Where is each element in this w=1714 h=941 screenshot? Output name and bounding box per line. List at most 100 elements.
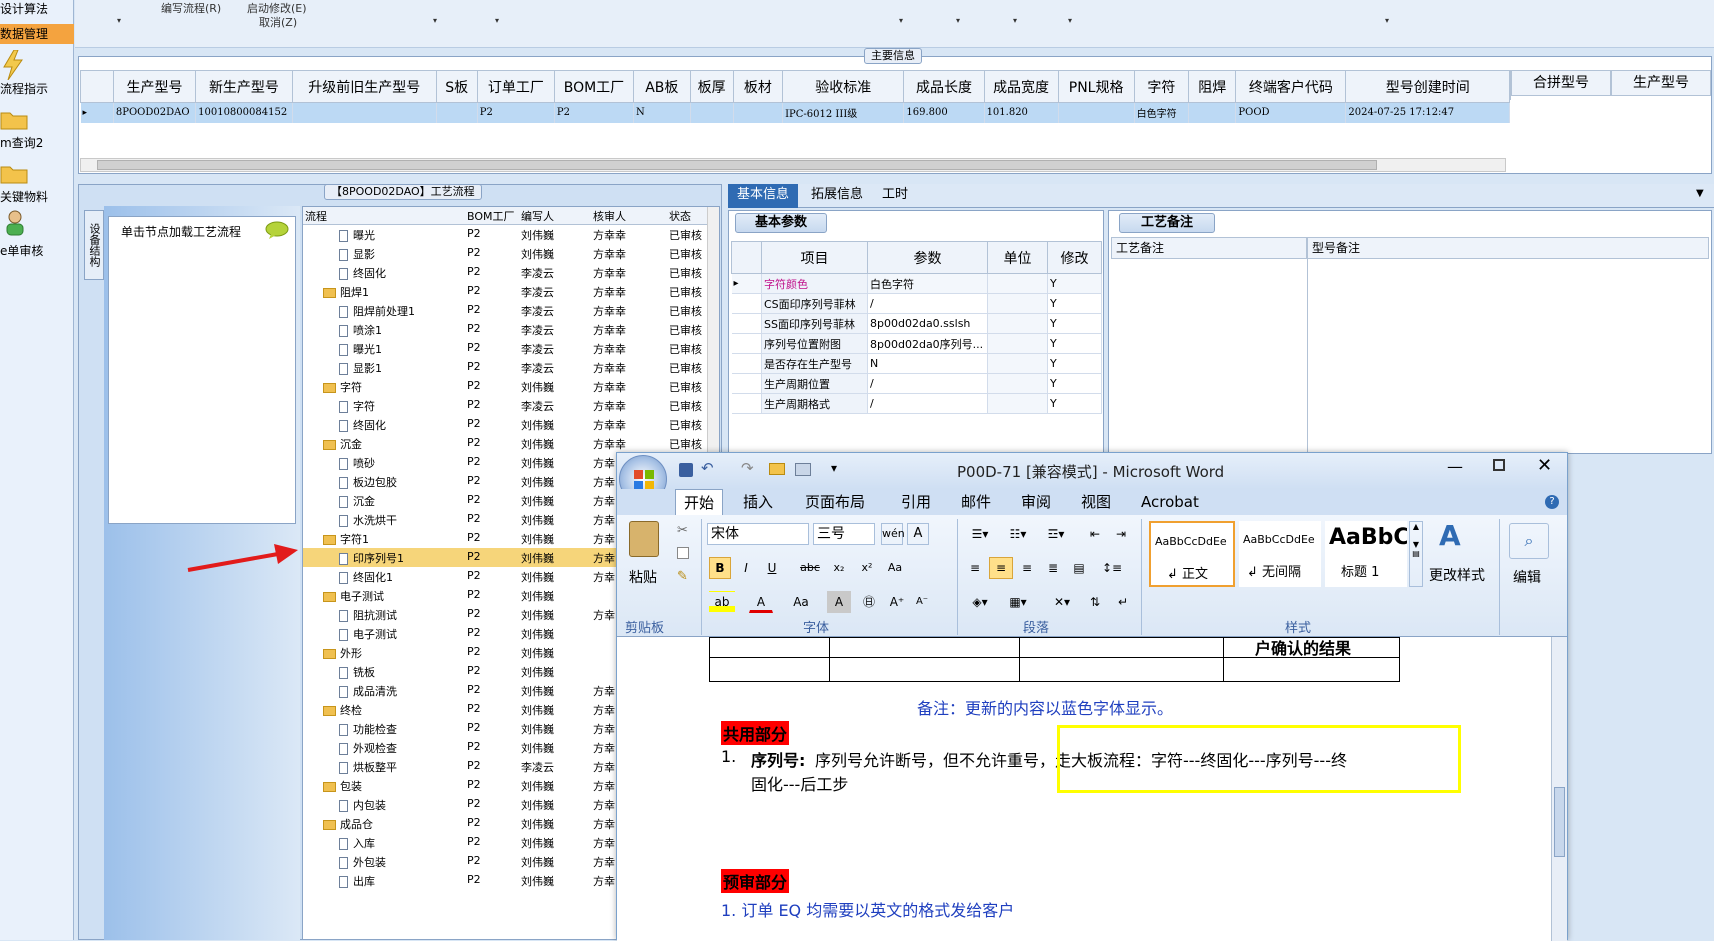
table-row[interactable]: 序列号位置附图 8p00d02da0序列号... Y [731,333,1102,354]
tree-node-label[interactable]: 功能检查 [339,721,463,737]
minimize-icon[interactable]: — [1447,457,1463,476]
find-icon[interactable]: ⌕ [1509,523,1549,559]
tab-references[interactable]: 引用 [893,489,939,515]
tree-node-label[interactable]: 终固化 [339,417,463,433]
undo-icon[interactable]: ↶ [701,459,714,477]
column-header[interactable]: 编写人 [521,208,554,224]
cell[interactable] [436,102,478,123]
styles-scroll[interactable]: ▲ ▼ ▤ [1409,521,1423,587]
style-heading1[interactable]: AaBbC 标题 1 [1325,521,1407,587]
column-header[interactable]: 核审人 [593,208,626,224]
cell[interactable] [987,333,1048,354]
subscript-button[interactable]: x₂ [827,557,851,579]
column-header[interactable]: 型号备注 [1307,237,1709,259]
column-header[interactable]: 验收标准 [782,70,905,103]
tree-node-label[interactable]: 阻抗测试 [339,607,463,623]
bullets-button[interactable]: ☰▾ [963,523,997,545]
cell[interactable]: 字符颜色 [761,273,868,294]
increase-indent-button[interactable]: ⇥ [1109,523,1133,545]
chevron-down-icon[interactable]: ▾ [1013,16,1017,25]
tree-row[interactable]: 曝光 P2 刘伟巍 方幸幸 已审核 [303,225,707,244]
cell[interactable]: Y [1047,393,1102,414]
highlight-button[interactable]: ab [709,591,735,613]
chevron-down-icon[interactable]: ▾ [495,16,499,25]
cell[interactable] [987,313,1048,334]
tree-node-label[interactable]: 显影1 [339,360,463,376]
tree-row[interactable]: 沉金 P2 刘伟巍 方幸幸 已审核 [303,434,707,453]
justify-button[interactable]: ≣ [1041,557,1065,579]
cell[interactable]: 10010800084152 [195,102,293,123]
tree-row[interactable]: 显影1 P2 李凌云 方幸幸 已审核 [303,358,707,377]
cell[interactable] [987,293,1048,314]
cell[interactable]: 2024-07-25 17:12:47 [1345,102,1510,123]
tree-node-label[interactable]: 印序列号1 [339,550,463,566]
tab-home[interactable]: 开始 [675,489,724,515]
tree-row[interactable]: 字符 P2 李凌云 方幸幸 已审核 [303,396,707,415]
sidebar-item-order-review[interactable]: e单审核 [0,242,74,258]
tree-node-label[interactable]: 喷涂1 [339,322,463,338]
edit-button[interactable]: 编辑 [1513,567,1541,587]
cell[interactable]: Y [1047,373,1102,394]
chevron-down-icon[interactable]: ▾ [433,16,437,25]
cell[interactable] [987,273,1048,294]
save-icon[interactable] [679,463,693,477]
cell[interactable]: 8POOD02DAO [113,102,197,123]
tab-insert[interactable]: 插入 [735,489,781,515]
column-header[interactable]: 终端客户代码 [1235,70,1347,103]
column-header[interactable]: AB板 [633,70,691,103]
cut-icon[interactable]: ✂ [677,523,688,538]
cell[interactable]: / [867,393,988,414]
change-styles-icon[interactable]: A [1439,519,1461,552]
table-row[interactable]: SS面印序列号菲林 8p00d02da0.sslsh Y [731,313,1102,334]
tree-node-label[interactable]: 成品清洗 [339,683,463,699]
tree-node-label[interactable]: 电子测试 [339,626,463,642]
underline-button[interactable]: U [761,557,783,579]
enclose-char-button[interactable]: ㊐ [857,591,881,613]
tree-node-label[interactable]: 沉金 [339,493,463,509]
tree-node-label[interactable]: 包装 [323,778,463,794]
cell[interactable]: POOD [1235,102,1347,123]
tree-node-label[interactable]: 外观检查 [339,740,463,756]
cell[interactable]: 169.800 [903,102,985,123]
column-header[interactable]: 板材 [732,70,784,103]
tree-node-label[interactable]: 外形 [323,645,463,661]
scrollbar-thumb[interactable] [97,160,1377,170]
cell[interactable] [987,393,1048,414]
column-header[interactable]: 成品宽度 [983,70,1059,103]
cell[interactable]: N [633,102,691,123]
tree-node-label[interactable]: 曝光 [339,227,463,243]
char-border-icon[interactable]: A [907,523,929,545]
vertical-scrollbar[interactable] [1551,637,1567,941]
column-header[interactable]: 型号创建时间 [1345,70,1510,103]
word-window[interactable]: ↶ ↷ ▾ P00D-71 [兼容模式] - Microsoft Word — … [616,452,1568,941]
cell[interactable]: P2 [477,102,555,123]
show-marks-button[interactable]: ↵ [1111,591,1135,613]
sidebar-item-data-management[interactable]: 数据管理 [0,24,74,44]
decrease-indent-button[interactable]: ⇤ [1083,523,1107,545]
sidebar-item-flow-indicator[interactable]: 流程指示 [0,80,74,96]
table-row[interactable]: CS面印序列号菲林 / Y [731,293,1102,314]
scrollbar-thumb[interactable] [1554,787,1565,857]
tree-node-label[interactable]: 水洗烘干 [339,512,463,528]
column-header[interactable]: 字符 [1133,70,1190,103]
cell[interactable]: Y [1047,293,1102,314]
align-center-button[interactable]: ≡ [989,557,1013,579]
table-row[interactable]: 生产周期位置 / Y [731,373,1102,394]
numbering-button[interactable]: ☷▾ [1001,523,1035,545]
chevron-down-icon[interactable]: ▾ [1068,16,1072,25]
tab-basic-info[interactable]: 基本信息 [728,184,798,208]
cell[interactable] [1188,102,1237,123]
paste-icon[interactable] [629,521,659,557]
cell[interactable]: IPC-6012 III级 [782,102,905,123]
align-left-button[interactable]: ≡ [963,557,987,579]
tree-node-label[interactable]: 字符 [323,379,463,395]
cell[interactable]: 白色字符 [1134,102,1190,123]
print-preview-icon[interactable] [795,463,811,476]
change-styles-button[interactable]: 更改样式 [1429,565,1485,585]
tree-node-label[interactable]: 外包装 [339,854,463,870]
change-case-button[interactable]: Aa [787,591,815,613]
tab-page-layout[interactable]: 页面布局 [797,489,873,515]
clear-format-button[interactable]: Aa [883,557,907,579]
style-normal[interactable]: AaBbCcDdEe ↲ 正文 [1149,521,1235,587]
tree-node-label[interactable]: 终检 [323,702,463,718]
